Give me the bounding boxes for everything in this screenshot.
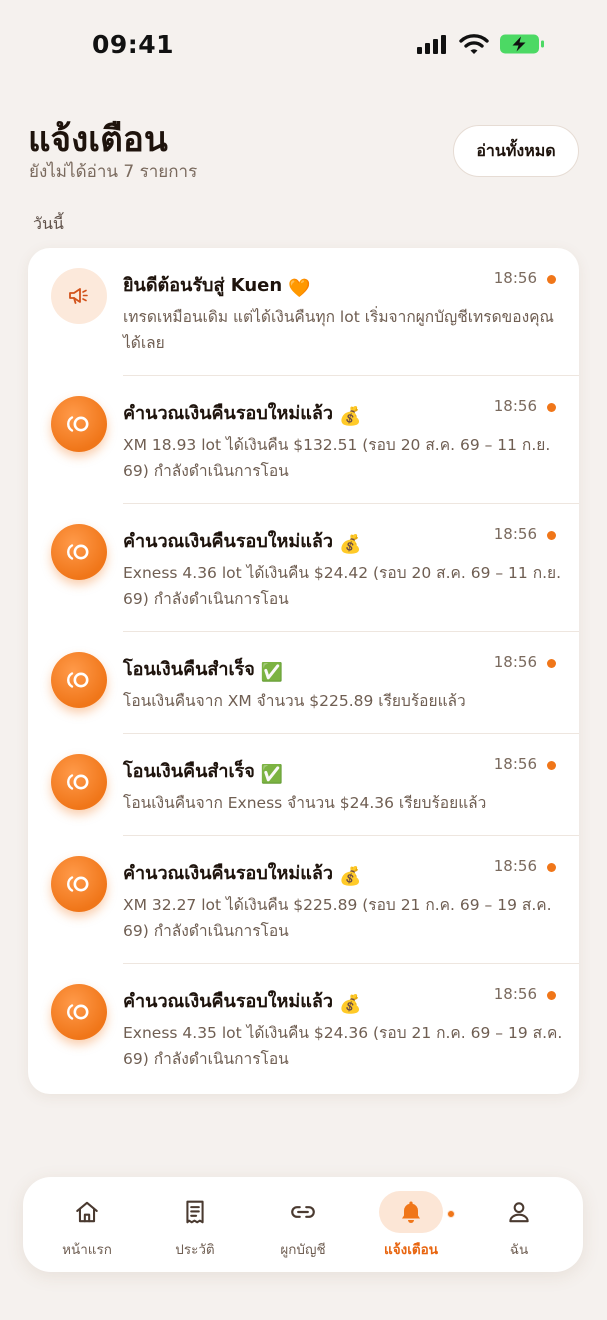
notification-emoji: 💰 [339,866,362,887]
notification-body: XM 18.93 lot ได้เงินคืน $132.51 (รอบ 20 … [123,436,551,480]
megaphone-icon [69,288,88,304]
notification-body: Exness 4.36 lot ได้เงินคืน $24.42 (รอบ 2… [123,564,562,608]
notification-time: 18:56 [493,755,537,773]
notification-badge [447,1210,455,1218]
notification-time: 18:56 [493,397,537,415]
cellular-signal-icon [417,35,446,54]
notification-avatar [51,984,107,1040]
notification-emoji: 💰 [339,406,362,427]
notification-avatar [51,268,107,324]
read-all-button[interactable]: อ่านทั้งหมด [453,125,579,177]
bottom-nav: หน้าแรก ประวัติ ผูกบัญชี แจ้งเตือน ฉัน [23,1177,583,1272]
nav-icon-wrap [55,1191,119,1233]
notification-time: 18:56 [493,985,537,1003]
notification-title: คำนวณเงินคืนรอบใหม่แล้ว 💰 [123,858,361,887]
unread-dot [547,275,556,284]
nav-label: ฉัน [509,1242,529,1258]
notification-body: XM 32.27 lot ได้เงินคืน $225.89 (รอบ 21 … [123,896,552,940]
nav-label: แจ้งเตือน [384,1242,438,1258]
notification-avatar [51,524,107,580]
notification-body: Exness 4.35 lot ได้เงินคืน $24.36 (รอบ 2… [123,1024,563,1068]
notification-title: คำนวณเงินคืนรอบใหม่แล้ว 💰 [123,526,361,555]
notification-emoji: 💰 [339,994,362,1015]
nav-label: ผูกบัญชี [280,1242,326,1258]
unread-count-text: ยังไม่ได้อ่าน 7 รายการ [29,162,198,182]
status-bar: 09:41 [0,0,607,90]
nav-label: ประวัติ [175,1242,215,1258]
battery-charging-icon [500,34,544,54]
notification-body: โอนเงินคืนจาก XM จำนวน $225.89 เรียบร้อย… [123,692,466,710]
notification-title: คำนวณเงินคืนรอบใหม่แล้ว 💰 [123,398,361,427]
unread-dot [547,863,556,872]
wifi-icon [459,34,489,54]
link-icon [291,1206,315,1218]
bell-icon [402,1201,420,1223]
nav-item-link-account[interactable]: ผูกบัญชี [249,1177,357,1272]
kuen-logo-icon [67,1004,89,1020]
notification-body: เทรดเหมือนเดิม แต่ได้เงินคืนทุก lot เริ่… [123,308,554,352]
notification-title: ยินดีต้อนรับสู่ Kuen 🧡 [123,270,311,299]
notification-item[interactable]: โอนเงินคืนสำเร็จ ✅ 18:56 โอนเงินคืนจาก XM จ… [28,632,579,734]
kuen-logo-icon [67,416,89,432]
section-label-today: วันนี้ [33,214,64,233]
user-icon [509,1202,529,1223]
notification-item[interactable]: คำนวณเงินคืนรอบใหม่แล้ว 💰 18:56 Exness 4.36… [28,504,579,632]
notification-title-text: โอนเงินคืนสำเร็จ [123,659,255,680]
nav-item-profile[interactable]: ฉัน [465,1177,573,1272]
notification-time: 18:56 [493,269,537,287]
notification-avatar [51,396,107,452]
notification-avatar [51,652,107,708]
kuen-logo-icon [67,774,89,790]
nav-label: หน้าแรก [62,1242,112,1258]
notification-title: โอนเงินคืนสำเร็จ ✅ [123,654,283,683]
nav-icon-wrap [487,1191,551,1233]
notification-time: 18:56 [493,653,537,671]
notification-title-text: ยินดีต้อนรับสู่ Kuen [123,275,283,296]
notification-item[interactable]: คำนวณเงินคืนรอบใหม่แล้ว 💰 18:56 XM 32.27 lo… [28,836,579,964]
notification-title-text: คำนวณเงินคืนรอบใหม่แล้ว [123,403,334,424]
kuen-logo-icon [67,672,89,688]
nav-item-history[interactable]: ประวัติ [141,1177,249,1272]
unread-dot [547,761,556,770]
notification-item[interactable]: ยินดีต้อนรับสู่ Kuen 🧡 18:56 เทรดเหมือนเดิม… [28,248,579,376]
notification-emoji: 💰 [339,534,362,555]
unread-dot [547,991,556,1000]
notification-emoji: 🧡 [288,278,311,299]
notification-title-text: โอนเงินคืนสำเร็จ [123,761,255,782]
notification-list: ยินดีต้อนรับสู่ Kuen 🧡 18:56 เทรดเหมือนเดิม… [28,248,579,1094]
receipt-icon [186,1200,204,1224]
status-icons [417,33,545,55]
kuen-logo-icon [67,876,89,892]
unread-dot [547,531,556,540]
unread-dot [547,403,556,412]
notification-time: 18:56 [493,857,537,875]
notification-emoji: ✅ [260,764,284,785]
status-time: 09:41 [92,30,175,59]
nav-icon-wrap [271,1191,335,1233]
nav-item-notifications[interactable]: แจ้งเตือน [357,1177,465,1272]
notification-time: 18:56 [493,525,537,543]
notification-body: โอนเงินคืนจาก Exness จำนวน $24.36 เรียบร… [123,794,487,812]
nav-icon-wrap [379,1191,455,1233]
notification-title-text: คำนวณเงินคืนรอบใหม่แล้ว [123,991,334,1012]
notification-title: คำนวณเงินคืนรอบใหม่แล้ว 💰 [123,986,361,1015]
kuen-logo-icon [67,544,89,560]
notification-emoji: ✅ [260,662,284,683]
nav-icon-wrap [163,1191,227,1233]
notifications-screen: 09:41 แจ้งเตือน ยังไม่ได้อ่าน 7 รายการ อ… [0,0,607,1320]
notification-item[interactable]: คำนวณเงินคืนรอบใหม่แล้ว 💰 18:56 Exness 4.35… [28,964,579,1092]
nav-item-home[interactable]: หน้าแรก [33,1177,141,1272]
notification-title-text: คำนวณเงินคืนรอบใหม่แล้ว [123,863,334,884]
home-icon [76,1201,98,1223]
unread-dot [547,659,556,668]
notification-avatar [51,754,107,810]
notification-avatar [51,856,107,912]
notification-title-text: คำนวณเงินคืนรอบใหม่แล้ว [123,531,334,552]
notification-item[interactable]: โอนเงินคืนสำเร็จ ✅ 18:56 โอนเงินคืนจาก Exne… [28,734,579,836]
notification-item[interactable]: คำนวณเงินคืนรอบใหม่แล้ว 💰 18:56 XM 18.93 lo… [28,376,579,504]
notification-title: โอนเงินคืนสำเร็จ ✅ [123,756,283,785]
